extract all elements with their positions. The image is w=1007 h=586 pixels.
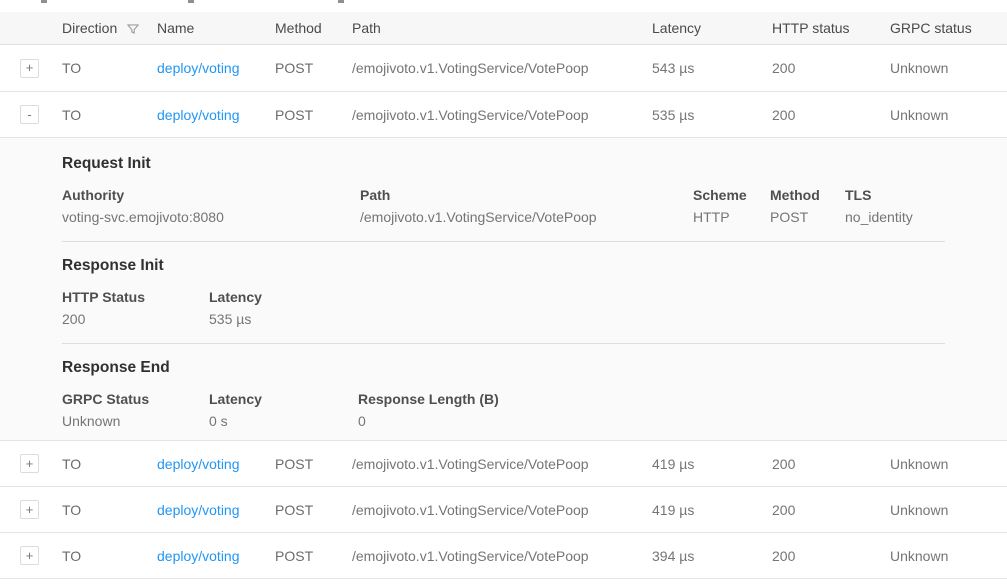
http-status-cell: 200 [772,548,890,564]
field-latency: Latency 0 s [209,390,358,430]
method-cell: POST [275,502,352,518]
method-cell: POST [275,60,352,76]
resource-link[interactable]: deploy/voting [157,107,240,123]
path-cell: /emojivoto.v1.VotingService/VotePoop [352,548,652,564]
http-status-cell: 200 [772,456,890,472]
path-cell: /emojivoto.v1.VotingService/VotePoop [352,60,652,76]
field-value: Unknown [62,412,209,430]
field-latency: Latency 535 µs [209,288,262,328]
section-title: Response Init [62,255,1007,276]
section-title: Request Init [62,153,1007,174]
column-header-http-status: HTTP status [772,20,890,36]
path-cell: /emojivoto.v1.VotingService/VotePoop [352,456,652,472]
resource-link[interactable]: deploy/voting [157,502,240,518]
response-init-section: Response Init HTTP Status 200 Latency 53… [62,242,1007,344]
response-end-section: Response End GRPC Status Unknown Latency… [62,344,1007,430]
field-tls: TLS no_identity [845,186,913,226]
resource-link[interactable]: deploy/voting [157,60,240,76]
field-value: 535 µs [209,310,262,328]
field-value: no_identity [845,208,913,226]
http-status-cell: 200 [772,502,890,518]
field-label: Method [770,186,845,204]
direction-cell: TO [62,60,157,76]
latency-cell: 419 µs [652,456,772,472]
collapse-row-button[interactable]: - [20,105,39,124]
http-status-cell: 200 [772,107,890,123]
expand-row-button[interactable]: + [20,546,39,565]
field-label: Scheme [693,186,770,204]
column-header-latency: Latency [652,20,772,36]
field-label: Latency [209,288,262,306]
field-label: GRPC Status [62,390,209,408]
field-value: 200 [62,310,209,328]
direction-cell: TO [62,107,157,123]
latency-cell: 535 µs [652,107,772,123]
resource-link[interactable]: deploy/voting [157,456,240,472]
field-value: POST [770,208,845,226]
grpc-status-cell: Unknown [890,60,1007,76]
latency-cell: 543 µs [652,60,772,76]
latency-cell: 394 µs [652,548,772,564]
grpc-status-cell: Unknown [890,502,1007,518]
field-label: TLS [845,186,913,204]
table-row: + TO deploy/voting POST /emojivoto.v1.Vo… [0,45,1007,92]
method-cell: POST [275,107,352,123]
column-label: Direction [62,20,117,36]
filter-icon[interactable] [126,22,140,36]
latency-cell: 419 µs [652,502,772,518]
table-row: + TO deploy/voting POST /emojivoto.v1.Vo… [0,533,1007,579]
field-value: 0 s [209,412,358,430]
field-value: /emojivoto.v1.VotingService/VotePoop [360,208,693,226]
table-row: + TO deploy/voting POST /emojivoto.v1.Vo… [0,441,1007,487]
column-header-path: Path [352,20,652,36]
expand-row-button[interactable]: + [20,59,39,78]
field-label: Authority [62,186,360,204]
table-row-expanded: - TO deploy/voting POST /emojivoto.v1.Vo… [0,92,1007,138]
table-header-row: Direction Name Method Path Latency HTTP … [0,12,1007,45]
resource-link[interactable]: deploy/voting [157,548,240,564]
field-scheme: Scheme HTTP [693,186,770,226]
field-value: 0 [358,412,499,430]
request-init-section: Request Init Authority voting-svc.emojiv… [62,140,1007,242]
path-cell: /emojivoto.v1.VotingService/VotePoop [352,107,652,123]
field-label: HTTP Status [62,288,209,306]
direction-cell: TO [62,456,157,472]
field-authority: Authority voting-svc.emojivoto:8080 [62,186,360,226]
section-title: Response End [62,357,1007,378]
field-response-length: Response Length (B) 0 [358,390,499,430]
clipped-text-fragment [41,0,47,3]
clipped-text-fragment [338,0,344,3]
clipped-text-line [0,0,1007,12]
direction-cell: TO [62,548,157,564]
tap-results-table: Direction Name Method Path Latency HTTP … [0,0,1007,586]
field-label: Latency [209,390,358,408]
column-header-name: Name [157,20,275,36]
method-cell: POST [275,548,352,564]
field-grpc-status: GRPC Status Unknown [62,390,209,430]
expand-row-button[interactable]: + [20,454,39,473]
column-header-direction: Direction [62,20,157,36]
field-value: HTTP [693,208,770,226]
field-value: voting-svc.emojivoto:8080 [62,208,360,226]
grpc-status-cell: Unknown [890,107,1007,123]
direction-cell: TO [62,502,157,518]
table-row: + TO deploy/voting POST /emojivoto.v1.Vo… [0,487,1007,533]
method-cell: POST [275,456,352,472]
path-cell: /emojivoto.v1.VotingService/VotePoop [352,502,652,518]
grpc-status-cell: Unknown [890,456,1007,472]
field-label: Path [360,186,693,204]
field-path: Path /emojivoto.v1.VotingService/VotePoo… [360,186,693,226]
column-header-grpc-status: GRPC status [890,20,1007,36]
field-label: Response Length (B) [358,390,499,408]
request-detail-panel: Request Init Authority voting-svc.emojiv… [0,138,1007,441]
field-http-status: HTTP Status 200 [62,288,209,328]
field-method: Method POST [770,186,845,226]
http-status-cell: 200 [772,60,890,76]
grpc-status-cell: Unknown [890,548,1007,564]
expand-row-button[interactable]: + [20,500,39,519]
column-header-method: Method [275,20,352,36]
clipped-text-fragment [188,0,194,3]
